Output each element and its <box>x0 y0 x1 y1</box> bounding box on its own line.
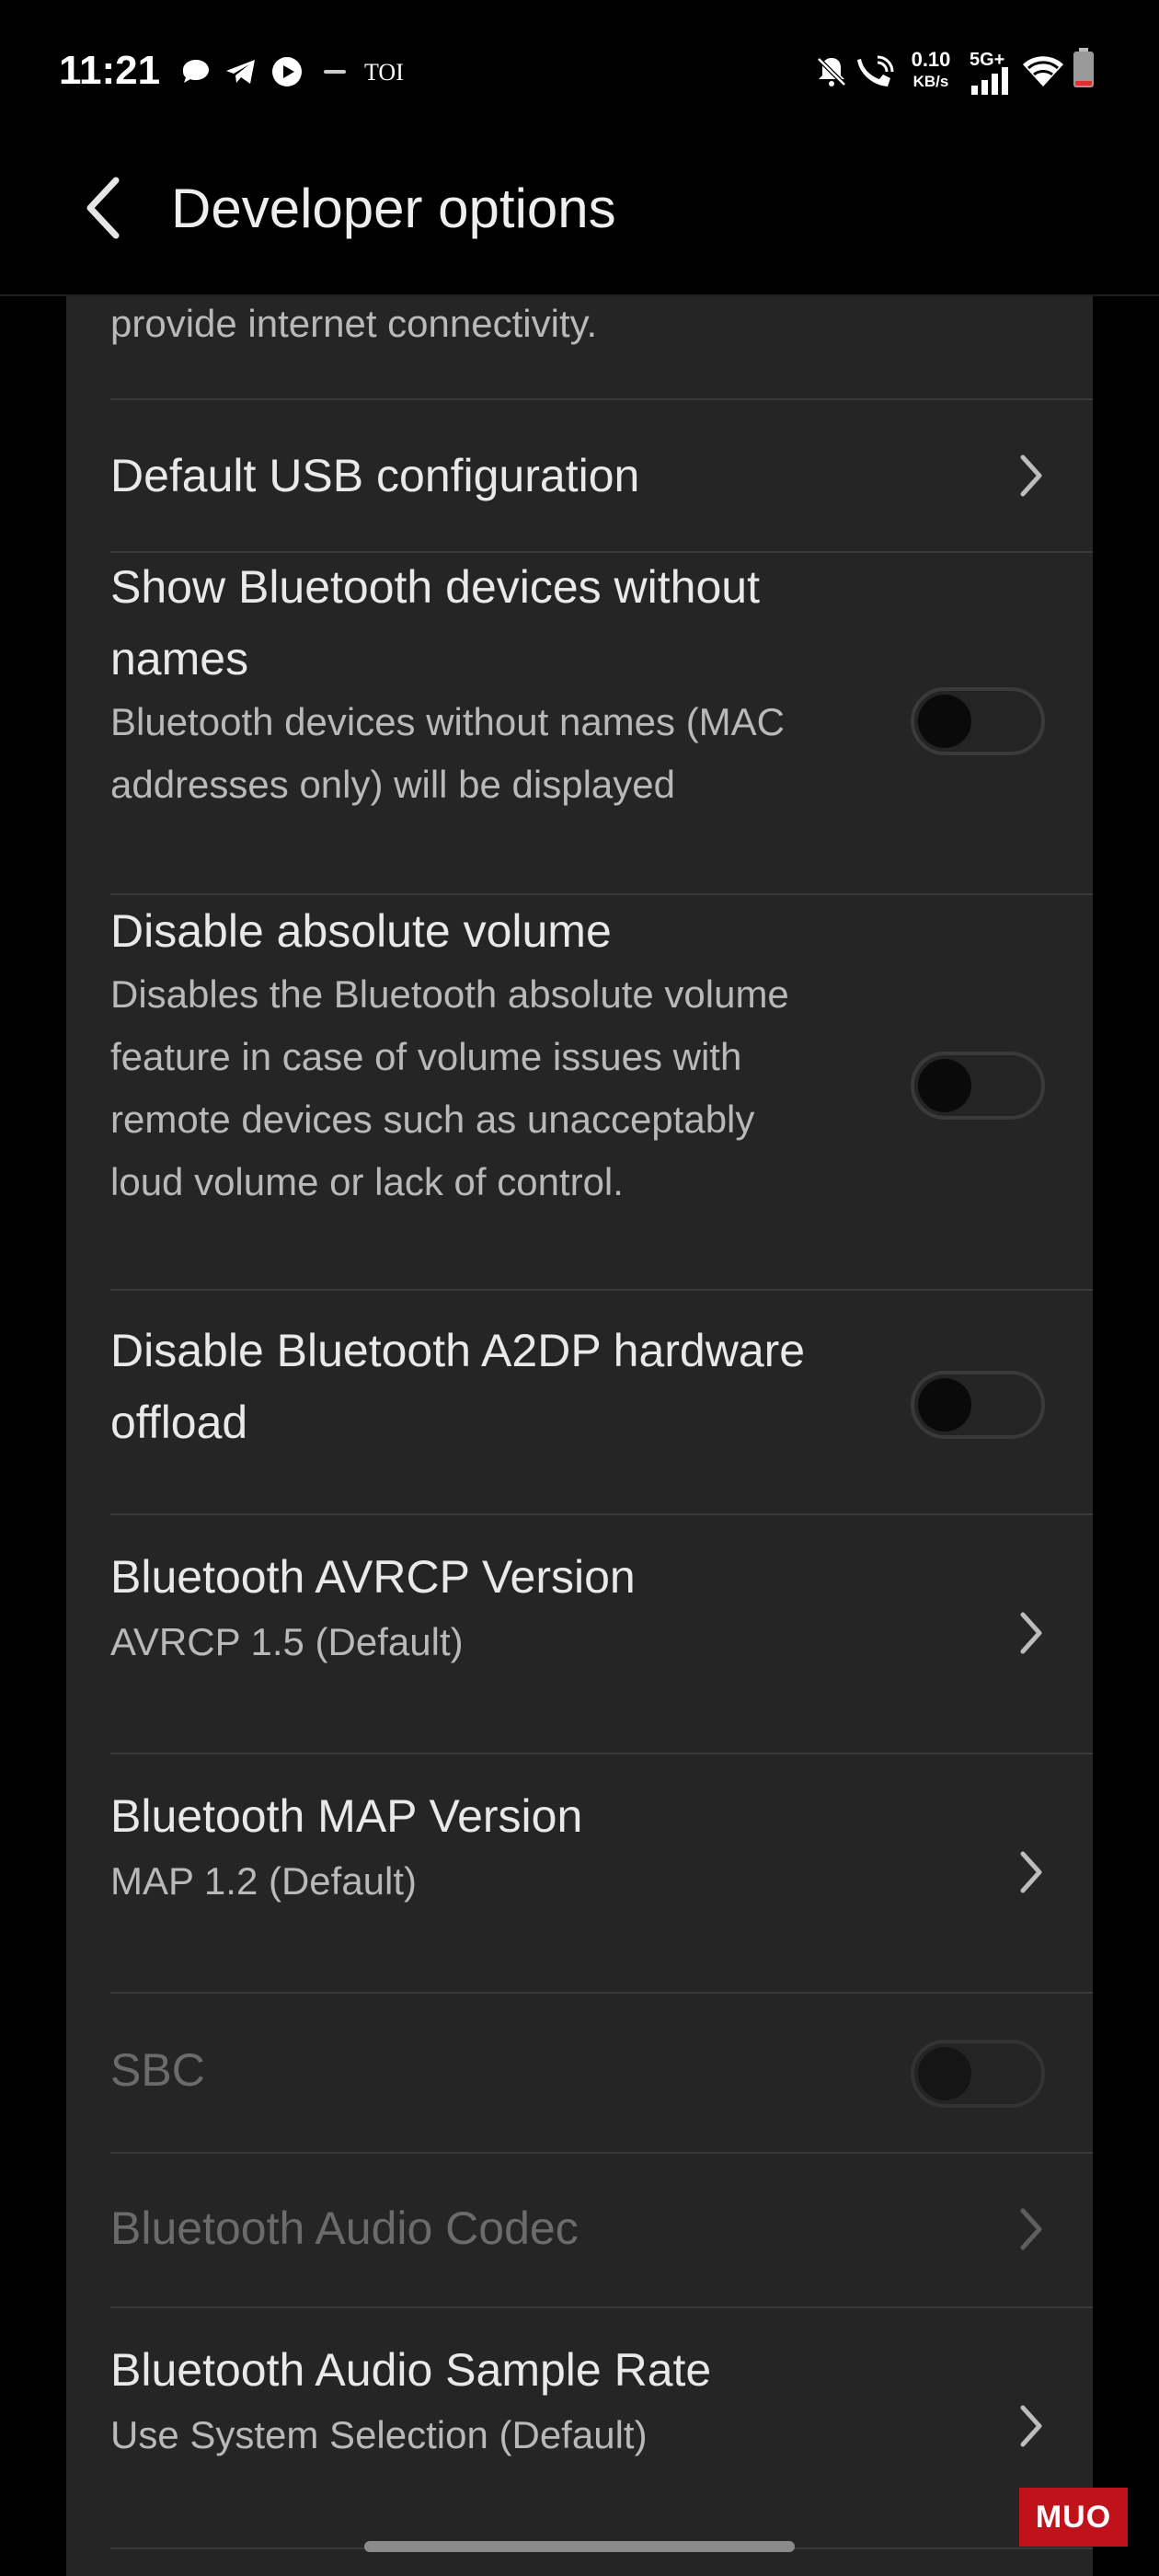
item-subtitle: Use System Selection (Default) <box>110 2413 648 2456</box>
item-subtitle-line3: remote devices such as unacceptably <box>110 1098 755 1141</box>
list-item-audio-codec: Bluetooth Audio Codec <box>66 2154 1093 2306</box>
toggle-switch[interactable] <box>911 687 1045 755</box>
item-subtitle-line1: Bluetooth devices without names (MAC <box>110 700 786 743</box>
list-item-audio-sample-rate[interactable]: Bluetooth Audio Sample Rate Use System S… <box>66 2308 1093 2547</box>
toggle-switch <box>911 2040 1045 2108</box>
chevron-right-icon <box>1020 2405 1042 2447</box>
chevron-right-icon <box>1020 1612 1042 1654</box>
item-title: Default USB configuration <box>110 450 640 501</box>
toggle-switch[interactable] <box>911 1371 1045 1439</box>
list-item-avrcp-version[interactable]: Bluetooth AVRCP Version AVRCP 1.5 (Defau… <box>66 1515 1093 1753</box>
item-title: SBC <box>110 2044 205 2096</box>
settings-list: provide internet connectivity. Default U… <box>66 296 1093 2576</box>
bell-off-icon <box>813 55 850 88</box>
chevron-right-icon <box>1020 2208 1042 2250</box>
status-bar: 11:21 TOI 0.10 KB/s 5G+ <box>0 0 1159 138</box>
item-title-line1: Show Bluetooth devices without <box>110 561 760 613</box>
list-item-default-usb[interactable]: Default USB configuration <box>66 400 1093 551</box>
list-item-disable-a2dp-offload[interactable]: Disable Bluetooth A2DP hardware offload <box>66 1291 1093 1513</box>
chat-bubble-icon <box>180 55 212 88</box>
item-subtitle-line2: feature in case of volume issues with <box>110 1035 742 1078</box>
net-speed: 0.10 KB/s <box>911 48 951 90</box>
list-item-map-version[interactable]: Bluetooth MAP Version MAP 1.2 (Default) <box>66 1754 1093 1992</box>
list-item-sbc: SBC <box>66 1994 1093 2152</box>
home-indicator[interactable] <box>364 2541 795 2552</box>
item-subtitle-line4: loud volume or lack of control. <box>110 1160 624 1203</box>
signal-icon <box>970 64 1012 98</box>
telegram-icon <box>224 55 258 88</box>
partial-item-subtitle: provide internet connectivity. <box>110 302 598 345</box>
item-subtitle: MAP 1.2 (Default) <box>110 1859 418 1903</box>
battery-icon <box>1073 48 1095 87</box>
wifi-calling-icon <box>855 55 896 88</box>
muo-watermark: MUO <box>1019 2488 1128 2547</box>
youtube-icon <box>270 55 304 88</box>
status-time: 11:21 <box>59 48 161 93</box>
toi-label: TOI <box>364 59 404 86</box>
item-title-line2: names <box>110 633 249 684</box>
wifi-icon <box>1021 55 1065 88</box>
page-title: Developer options <box>171 178 616 239</box>
app-icon <box>322 55 348 88</box>
item-subtitle-line1: Disables the Bluetooth absolute volume <box>110 972 789 1016</box>
item-title-line2: offload <box>110 1397 248 1448</box>
item-title: Disable absolute volume <box>110 905 612 957</box>
chevron-right-icon <box>1020 1851 1042 1893</box>
back-arrow-icon[interactable] <box>81 173 127 243</box>
item-title: Bluetooth Audio Sample Rate <box>110 2344 712 2396</box>
chevron-right-icon <box>1020 454 1042 497</box>
item-title: Bluetooth Audio Codec <box>110 2202 579 2254</box>
item-subtitle-line2: addresses only) will be displayed <box>110 763 675 806</box>
list-item-disable-absolute-volume[interactable]: Disable absolute volume Disables the Blu… <box>66 895 1093 1289</box>
item-title: Bluetooth AVRCP Version <box>110 1551 636 1603</box>
item-title: Bluetooth MAP Version <box>110 1790 583 1842</box>
item-subtitle: AVRCP 1.5 (Default) <box>110 1620 464 1663</box>
toggle-switch[interactable] <box>911 1052 1045 1120</box>
item-title-line1: Disable Bluetooth A2DP hardware <box>110 1325 806 1376</box>
